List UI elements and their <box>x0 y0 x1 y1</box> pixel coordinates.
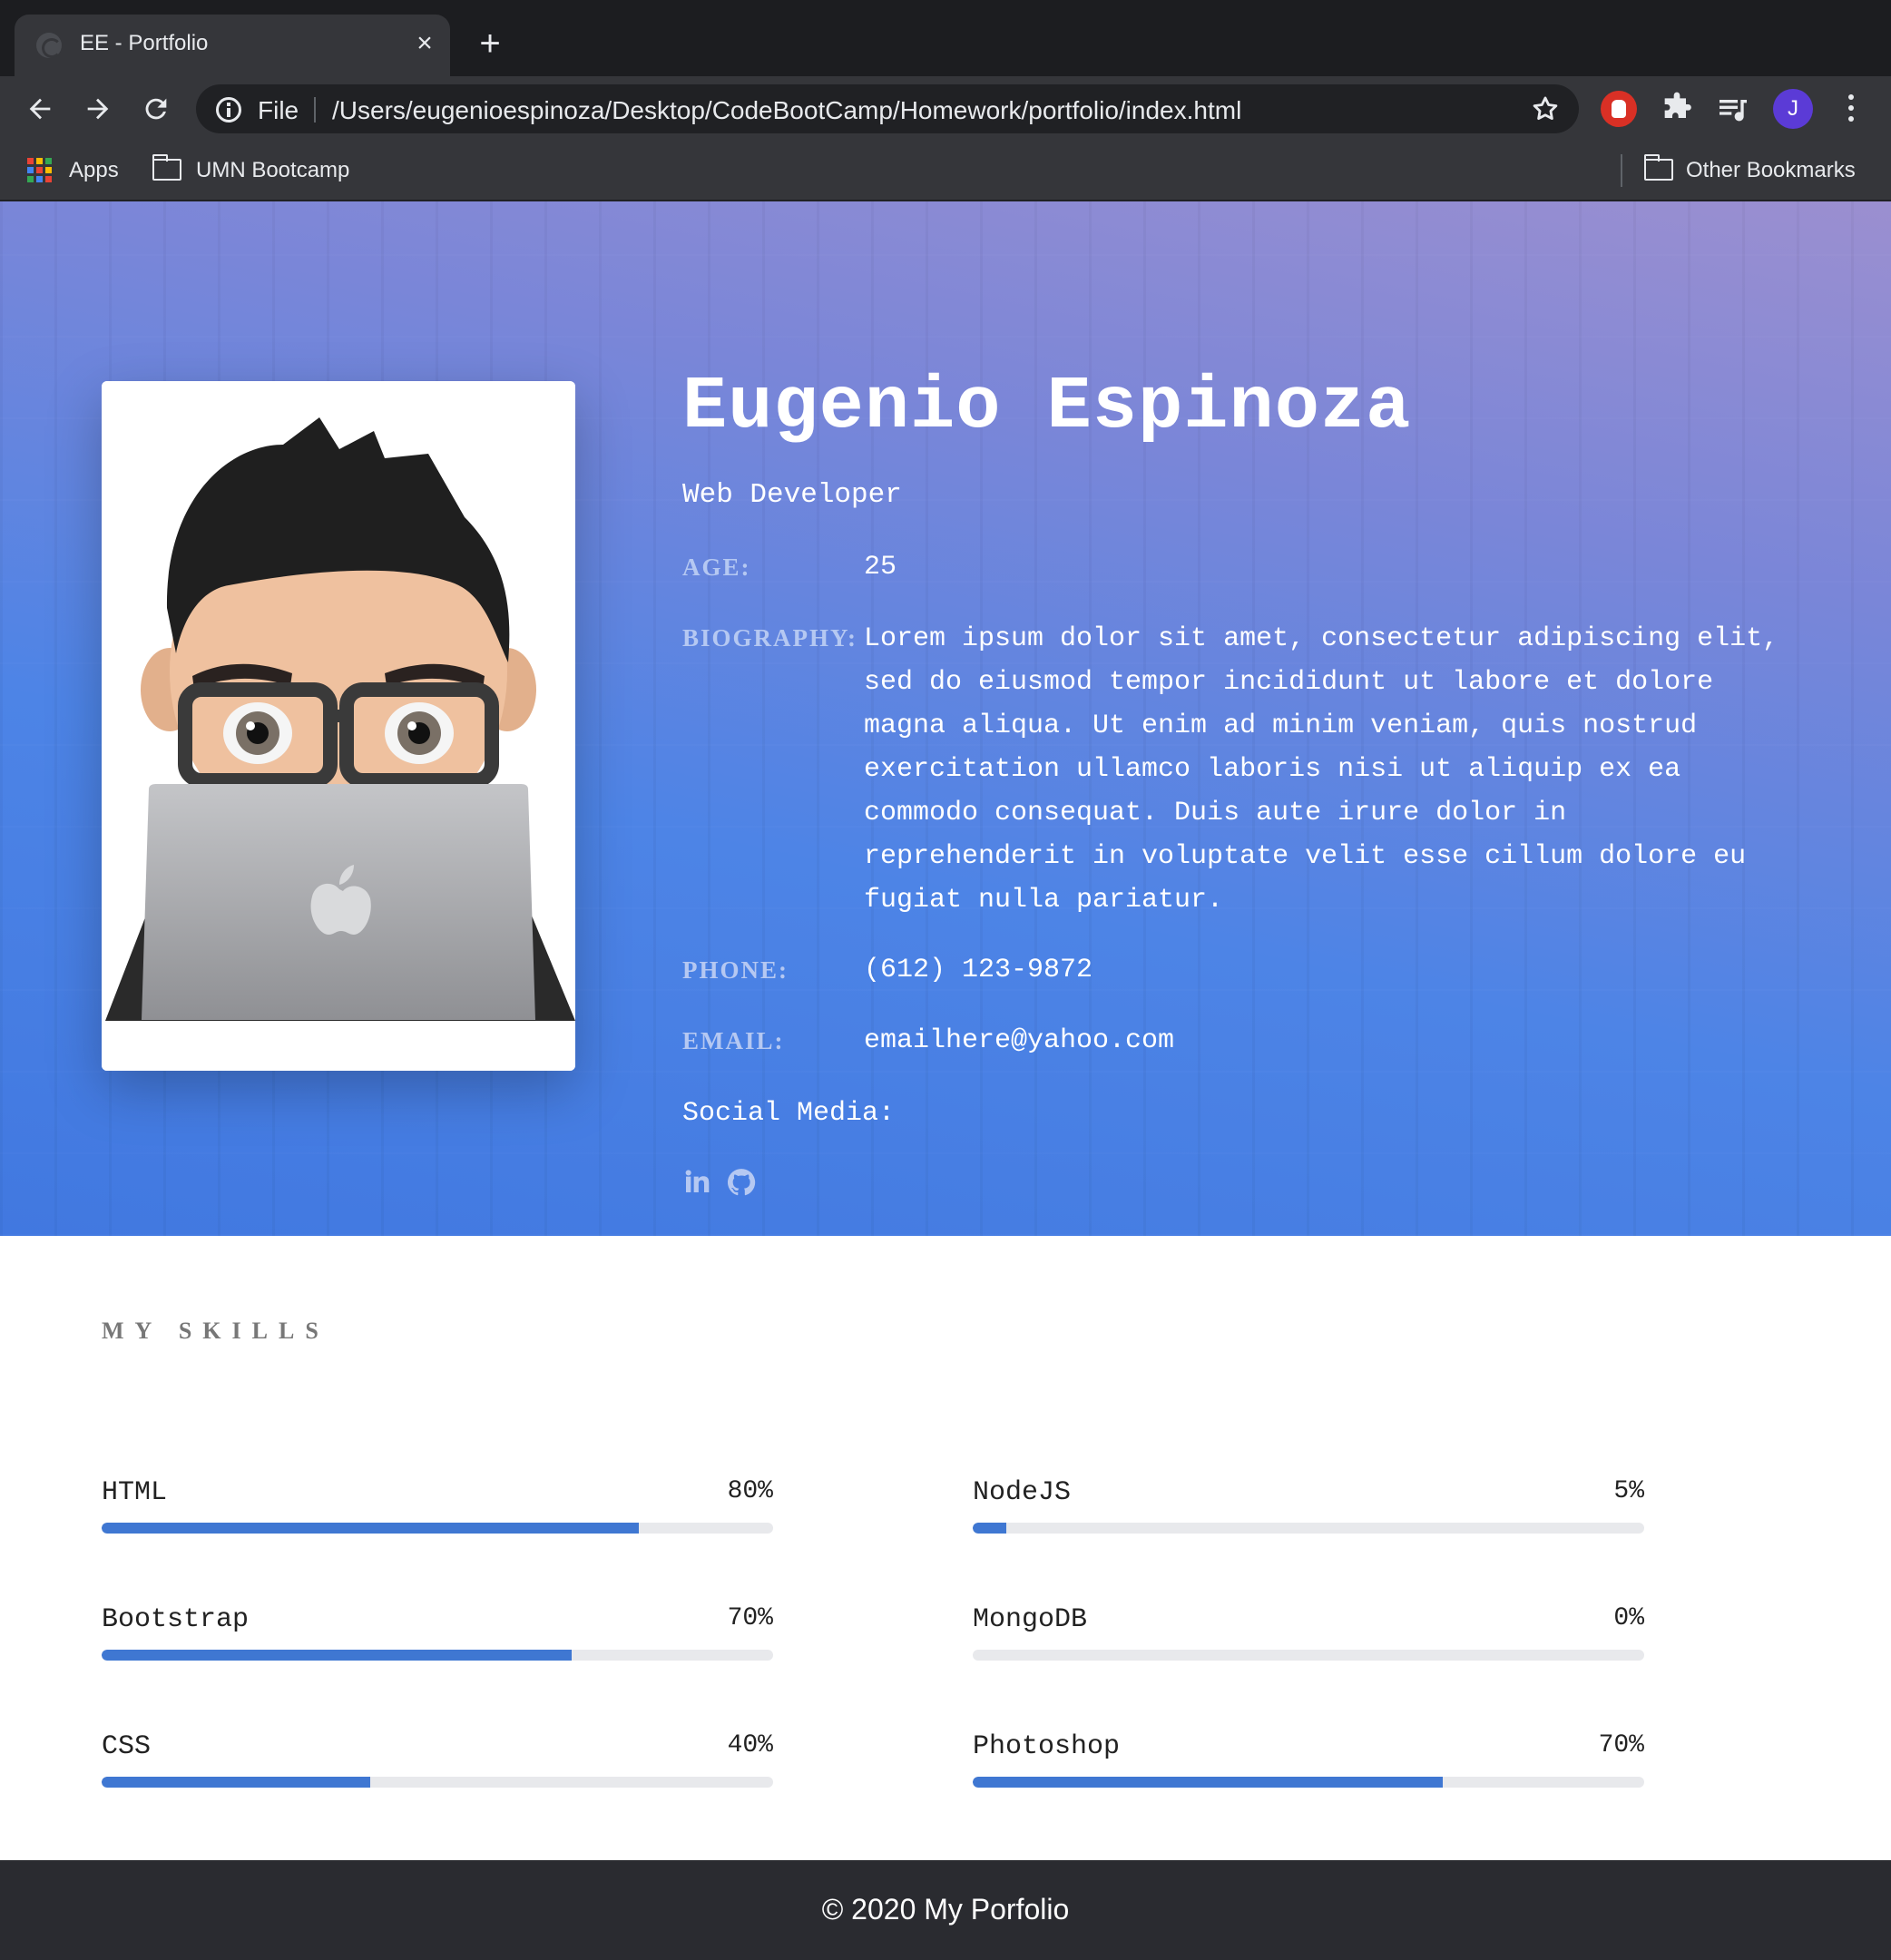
linkedin-icon[interactable] <box>682 1167 713 1198</box>
skill-mongodb: MongoDB 0% <box>973 1604 1644 1695</box>
skill-progress-track <box>973 1777 1644 1788</box>
biography-text: Lorem ipsum dolor sit amet, consectetur … <box>864 623 1779 916</box>
skill-percent: 5% <box>1613 1477 1644 1505</box>
email-value[interactable]: emailhere@yahoo.com <box>864 1025 1174 1056</box>
url-separator <box>314 97 316 122</box>
tab-strip: EE - Portfolio × + <box>0 0 1891 76</box>
info-icon[interactable] <box>216 97 241 122</box>
new-tab-button[interactable]: + <box>468 24 512 67</box>
skill-name: HTML <box>102 1477 168 1508</box>
skill-name: CSS <box>102 1731 152 1762</box>
profile-role: Web Developer <box>682 479 902 511</box>
skill-name: MongoDB <box>973 1604 1088 1635</box>
more-menu-icon[interactable] <box>1842 94 1860 125</box>
bookmark-apps[interactable]: Apps <box>69 158 119 183</box>
back-icon[interactable] <box>20 89 60 129</box>
skill-progress-track <box>102 1523 773 1534</box>
phone-value: (612) 123-9872 <box>864 955 1093 985</box>
browser-toolbar: File /Users/eugenioespinoza/Desktop/Code… <box>0 76 1891 142</box>
skill-bootstrap: Bootstrap 70% <box>102 1604 773 1695</box>
skill-progress-fill <box>102 1650 572 1661</box>
email-label: EMAIL: <box>682 1027 785 1054</box>
close-tab-button[interactable]: × <box>407 25 443 62</box>
browser-tab[interactable]: EE - Portfolio × <box>15 15 450 76</box>
stop-hand-extension-icon[interactable] <box>1601 91 1637 127</box>
address-bar[interactable]: File /Users/eugenioespinoza/Desktop/Code… <box>196 84 1579 133</box>
portfolio-page: Eugenio Espinoza Web Developer AGE: 25 B… <box>0 201 1891 1960</box>
url-text[interactable]: /Users/eugenioespinoza/Desktop/CodeBootC… <box>332 96 1241 125</box>
skill-percent: 70% <box>727 1604 773 1632</box>
bookmarks-bar: Apps UMN Bootcamp Other Bookmarks <box>0 142 1891 201</box>
bookmark-star-icon[interactable] <box>1530 93 1561 124</box>
skill-name: Photoshop <box>973 1731 1121 1762</box>
folder-icon <box>1644 154 1673 181</box>
skill-percent: 40% <box>727 1731 773 1759</box>
folder-icon <box>152 154 181 181</box>
skill-progress-fill <box>973 1777 1443 1788</box>
skill-progress-fill <box>102 1523 639 1534</box>
skill-progress-track <box>973 1523 1644 1534</box>
biography-label: BIOGRAPHY: <box>682 624 858 652</box>
forward-icon[interactable] <box>78 89 118 129</box>
reload-icon[interactable] <box>136 89 176 129</box>
skill-progress-fill <box>973 1523 1006 1534</box>
browser-chrome: EE - Portfolio × + File /Users/eugenioes… <box>0 0 1891 201</box>
profile-name: Eugenio Espinoza <box>682 365 1412 449</box>
skill-html: HTML 80% <box>102 1477 773 1568</box>
skill-css: CSS 40% <box>102 1731 773 1822</box>
page-footer: © 2020 My Porfolio <box>0 1860 1891 1960</box>
profile-photo-card <box>102 381 575 1071</box>
skill-progress-track <box>102 1777 773 1788</box>
profile-avatar[interactable]: J <box>1773 89 1813 129</box>
social-media-label: Social Media: <box>682 1098 896 1129</box>
skill-percent: 70% <box>1598 1731 1644 1759</box>
footer-copyright: © 2020 My Porfolio <box>821 1893 1070 1926</box>
skill-photoshop: Photoshop 70% <box>973 1731 1644 1822</box>
github-icon[interactable] <box>726 1167 757 1198</box>
skill-name: NodeJS <box>973 1477 1072 1508</box>
skill-name: Bootstrap <box>102 1604 250 1635</box>
skill-percent: 80% <box>727 1477 773 1505</box>
bookmarks-divider <box>1621 154 1622 187</box>
extensions-puzzle-icon[interactable] <box>1659 91 1695 127</box>
globe-icon <box>36 33 62 58</box>
other-bookmarks[interactable]: Other Bookmarks <box>1686 158 1856 183</box>
media-queue-icon[interactable] <box>1715 91 1751 127</box>
phone-label: PHONE: <box>682 956 789 984</box>
memoji-avatar-image <box>102 381 575 1071</box>
age-label: AGE: <box>682 554 751 581</box>
age-value: 25 <box>864 552 897 583</box>
skill-progress-track <box>973 1650 1644 1661</box>
skills-title: MY SKILLS <box>102 1318 329 1344</box>
skill-progress-fill <box>102 1777 370 1788</box>
bookmark-umn-bootcamp[interactable]: UMN Bootcamp <box>196 158 349 183</box>
profile-hero: Eugenio Espinoza Web Developer AGE: 25 B… <box>0 201 1891 1236</box>
skill-nodejs: NodeJS 5% <box>973 1477 1644 1568</box>
url-scheme: File <box>258 96 299 124</box>
skills-section: MY SKILLS HTML 80% Bootstrap 70% CSS 40%… <box>0 1236 1891 1860</box>
apps-grid-icon[interactable] <box>27 158 53 183</box>
tab-title: EE - Portfolio <box>80 31 209 55</box>
skill-progress-track <box>102 1650 773 1661</box>
skill-percent: 0% <box>1613 1604 1644 1632</box>
